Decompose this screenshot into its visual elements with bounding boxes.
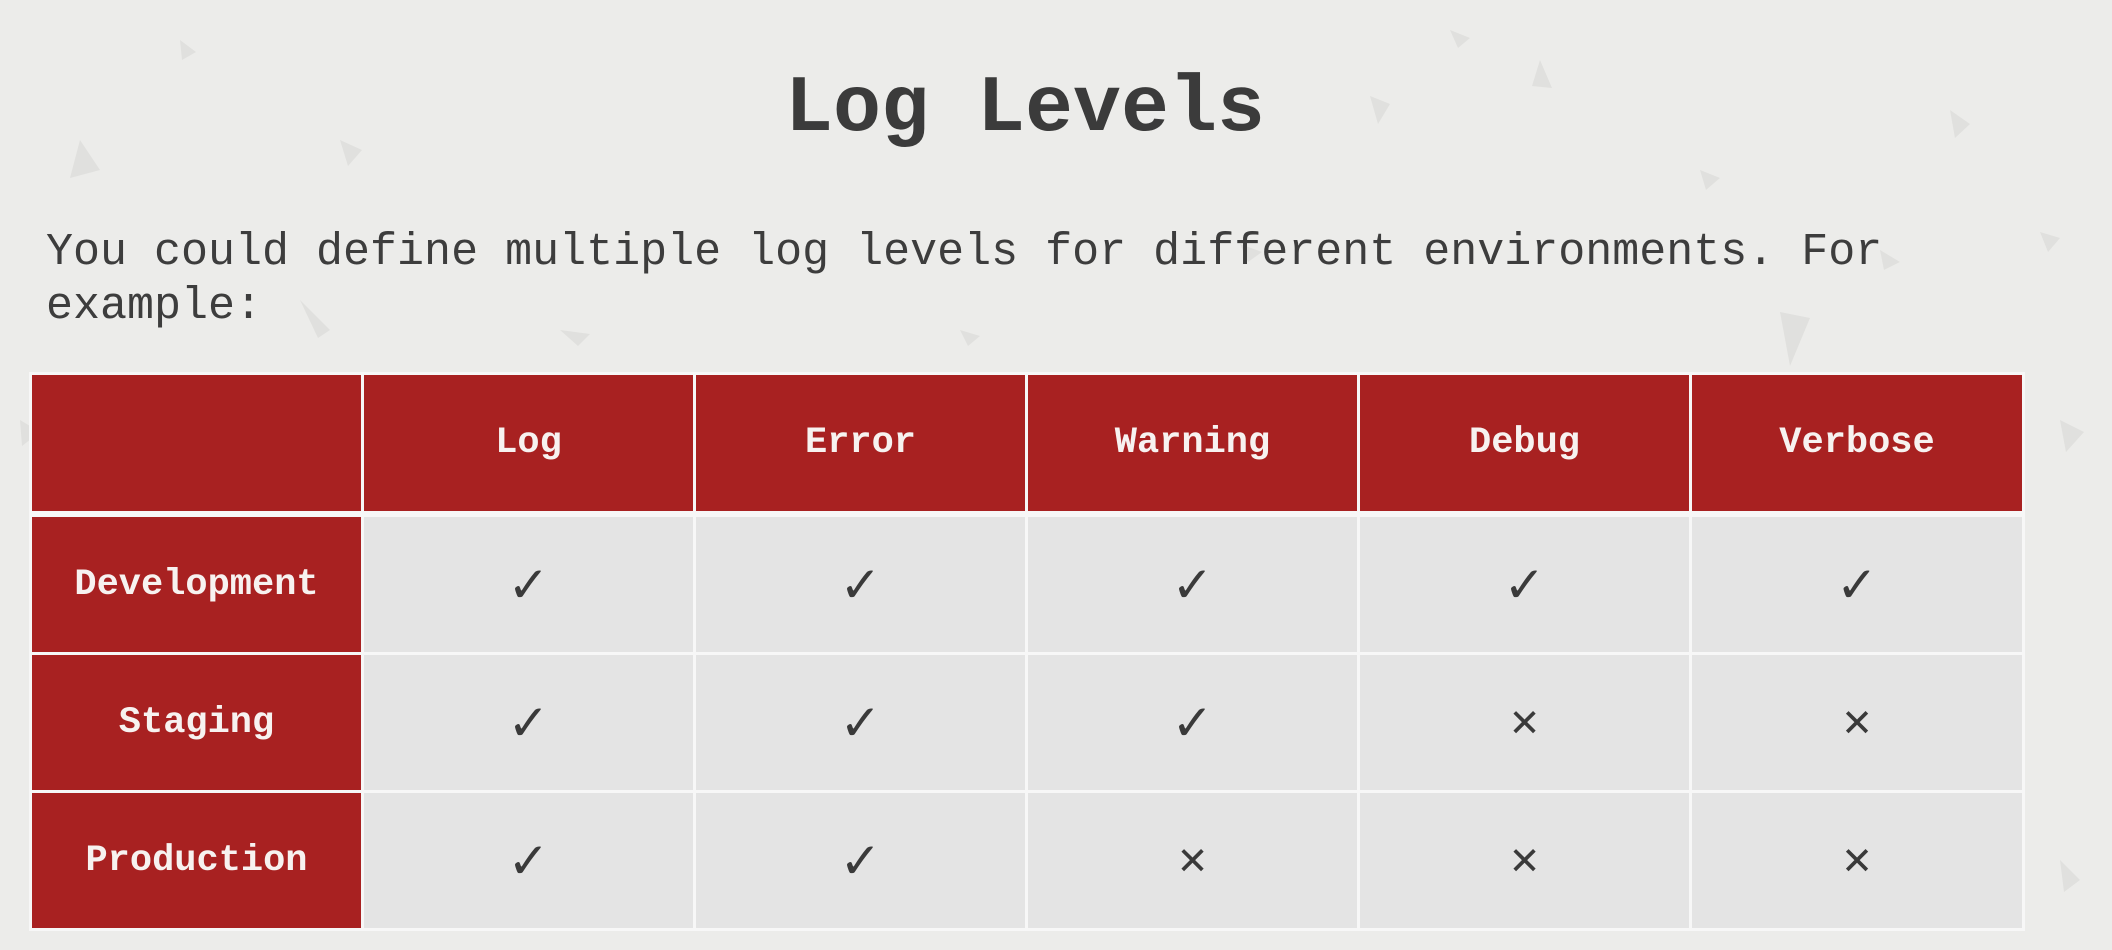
column-header-verbose: Verbose <box>1689 372 2025 516</box>
table-cell: ✓ <box>361 512 696 655</box>
cross-icon: ✕ <box>1841 838 1873 883</box>
column-header-warning: Warning <box>1025 372 1360 516</box>
check-icon: ✓ <box>507 555 550 614</box>
table-cell: ✓ <box>361 790 696 931</box>
table-cell: ✓ <box>1025 652 1360 793</box>
table-cell: ✕ <box>1689 790 2025 931</box>
table-cell: ✕ <box>1025 790 1360 931</box>
check-icon: ✓ <box>507 693 550 752</box>
table-header-row: Log Error Warning Debug Verbose <box>29 372 2025 516</box>
cross-icon: ✕ <box>1508 700 1541 745</box>
table-cell: ✓ <box>693 790 1028 931</box>
table-cell: ✕ <box>1357 652 1692 793</box>
cross-icon: ✕ <box>1841 700 1873 745</box>
check-icon: ✓ <box>839 831 882 890</box>
table-cell: ✓ <box>1025 512 1360 655</box>
check-icon: ✓ <box>1171 555 1214 614</box>
table-cell: ✓ <box>1689 512 2025 655</box>
check-icon: ✓ <box>1171 693 1214 752</box>
check-icon: ✓ <box>839 555 882 614</box>
check-icon: ✓ <box>507 831 550 890</box>
log-levels-table: Log Error Warning Debug Verbose Developm… <box>29 372 2025 931</box>
row-header-development: Development <box>29 512 364 655</box>
table-cell: ✓ <box>693 652 1028 793</box>
column-header-error: Error <box>693 372 1028 516</box>
column-header-debug: Debug <box>1357 372 1692 516</box>
table-row-development: Development ✓ ✓ ✓ ✓ ✓ <box>29 512 2025 655</box>
table-cell: ✓ <box>1357 512 1692 655</box>
table-cell: ✕ <box>1357 790 1692 931</box>
cross-icon: ✕ <box>1508 838 1541 883</box>
column-header-log: Log <box>361 372 696 516</box>
intro-text: You could define multiple log levels for… <box>46 227 1883 332</box>
table-corner-cell <box>29 372 364 516</box>
row-header-staging: Staging <box>29 652 364 793</box>
table-cell: ✕ <box>1689 652 2025 793</box>
table-cell: ✓ <box>361 652 696 793</box>
row-header-production: Production <box>29 790 364 931</box>
slide-title: Log Levels <box>784 64 1266 155</box>
cross-icon: ✕ <box>1176 838 1209 883</box>
table-row-staging: Staging ✓ ✓ ✓ ✕ ✕ <box>29 652 2025 793</box>
check-icon: ✓ <box>1836 555 1878 614</box>
check-icon: ✓ <box>839 693 882 752</box>
table-row-production: Production ✓ ✓ ✕ ✕ ✕ <box>29 790 2025 931</box>
slide: Log Levels You could define multiple log… <box>0 0 2112 950</box>
table-cell: ✓ <box>693 512 1028 655</box>
check-icon: ✓ <box>1503 555 1546 614</box>
